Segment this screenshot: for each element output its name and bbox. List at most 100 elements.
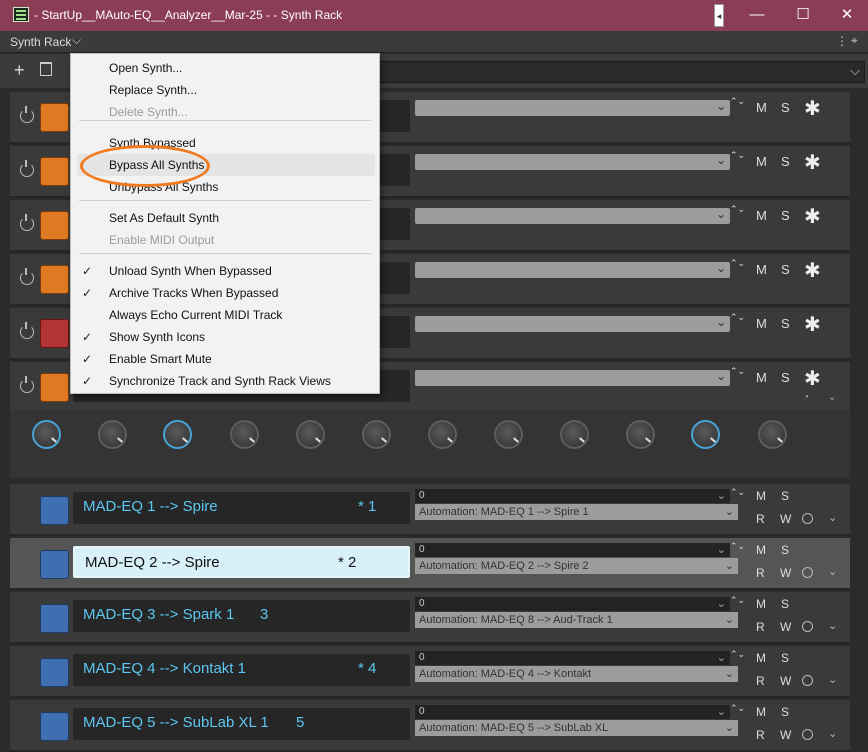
view-label[interactable]: Synth Rack [10, 35, 71, 49]
spinner-icon[interactable]: ⌃⌄ [730, 97, 745, 106]
track-name-field[interactable]: MAD-EQ 1 --> Spire * 1 [73, 492, 410, 524]
clock-icon[interactable] [802, 675, 813, 686]
knob[interactable] [163, 420, 192, 449]
spinner-icon[interactable]: ⌃⌄ [730, 596, 745, 605]
track-row[interactable]: MAD-EQ 2 --> Spire * 2 0 ⌄ Automation: MA… [10, 538, 850, 590]
mute-button[interactable]: M [756, 705, 766, 719]
track-name-field[interactable]: MAD-EQ 5 --> SubLab XL 1 5 [73, 708, 410, 740]
power-icon[interactable] [20, 106, 34, 123]
solo-button[interactable]: S [781, 154, 790, 169]
track-value-field[interactable]: 0 ⌄ [415, 705, 730, 719]
synth-output-select[interactable]: ⌄ [415, 261, 730, 278]
track-row[interactable]: MAD-EQ 1 --> Spire * 1 0 ⌄ Automation: MA… [10, 484, 850, 536]
menu-item[interactable]: Synth Bypassed [71, 132, 379, 154]
asterisk-icon[interactable]: ✱ [804, 96, 821, 121]
synth-icon[interactable] [40, 373, 69, 402]
view-menu-chevron-icon[interactable]: ⌵ [72, 33, 81, 48]
menu-item[interactable]: Enable MIDI Output [71, 229, 379, 251]
spinner-icon[interactable]: ⌃⌄ [730, 151, 745, 160]
mute-button[interactable]: M [756, 262, 767, 277]
clock-icon[interactable] [802, 729, 813, 740]
asterisk-icon[interactable]: ✱ [804, 366, 821, 391]
mute-button[interactable]: M [756, 651, 766, 665]
knob[interactable] [98, 420, 127, 449]
mute-button[interactable]: M [756, 597, 766, 611]
knob[interactable] [626, 420, 655, 449]
read-automation-button[interactable]: R [756, 674, 765, 688]
track-row[interactable]: MAD-EQ 5 --> SubLab XL 1 5 0 ⌄ Automation… [10, 700, 850, 752]
write-automation-button[interactable]: W [780, 566, 791, 580]
knob[interactable] [494, 420, 523, 449]
asterisk-icon[interactable]: ✱ [804, 312, 821, 337]
asterisk-icon[interactable]: ✱ [804, 150, 821, 175]
menu-item[interactable]: Always Echo Current MIDI Track [71, 304, 379, 326]
track-value-field[interactable]: 0 ⌄ [415, 543, 730, 557]
synth-output-select[interactable]: ⌄ [415, 99, 730, 116]
menu-item[interactable]: ✓ Enable Smart Mute [71, 348, 379, 370]
track-value-field[interactable]: 0 ⌄ [415, 597, 730, 611]
track-icon[interactable] [40, 604, 69, 633]
scrollbar[interactable] [851, 92, 868, 740]
knob[interactable] [758, 420, 787, 449]
synth-icon[interactable] [40, 157, 69, 186]
asterisk-icon[interactable]: ✱ [804, 258, 821, 283]
knob[interactable] [362, 420, 391, 449]
knob[interactable] [230, 420, 259, 449]
spinner-icon[interactable]: ⌃⌄ [730, 704, 745, 713]
solo-button[interactable]: S [781, 651, 789, 665]
menu-item[interactable]: Unbypass All Synths [71, 176, 379, 198]
spinner-icon[interactable]: ⌃⌄ [730, 313, 745, 322]
solo-button[interactable]: S [781, 262, 790, 277]
spinner-icon[interactable]: ⌃⌄ [730, 488, 745, 497]
automation-select[interactable]: Automation: MAD-EQ 4 --> Kontakt ⌄ [415, 666, 738, 682]
snap-tab-icon[interactable]: ◂ [714, 4, 724, 27]
automation-select[interactable]: Automation: MAD-EQ 1 --> Spire 1 ⌄ [415, 504, 738, 520]
preset-combo[interactable]: ⌵ [378, 61, 865, 83]
synth-icon[interactable] [40, 211, 69, 240]
expand-chevron-icon[interactable]: ⌄ [828, 392, 836, 403]
maximize-button[interactable]: ☐ [780, 0, 826, 31]
minimize-button[interactable]: — [734, 0, 780, 31]
mute-button[interactable]: M [756, 154, 767, 169]
mute-button[interactable]: M [756, 316, 767, 331]
solo-button[interactable]: S [781, 100, 790, 115]
power-icon[interactable] [20, 268, 34, 285]
write-automation-button[interactable]: W [780, 674, 791, 688]
clock-icon[interactable]: ◔ [803, 392, 809, 403]
read-automation-button[interactable]: R [756, 620, 765, 634]
power-icon[interactable] [20, 160, 34, 177]
asterisk-icon[interactable]: ✱ [804, 204, 821, 229]
mute-button[interactable]: M [756, 100, 767, 115]
clock-icon[interactable] [802, 621, 813, 632]
pin-icon[interactable]: ⌖ [851, 33, 858, 48]
menu-item[interactable]: ✓ Unload Synth When Bypassed [71, 260, 379, 282]
synth-icon[interactable] [40, 265, 69, 294]
power-icon[interactable] [20, 214, 34, 231]
solo-button[interactable]: S [781, 208, 790, 223]
menu-item[interactable]: ✓ Show Synth Icons [71, 326, 379, 348]
more-options-icon[interactable]: ⋮ [836, 34, 848, 48]
synth-output-select[interactable]: ⌄ [415, 369, 730, 386]
synth-icon[interactable] [40, 103, 69, 132]
mute-button[interactable]: M [756, 489, 766, 503]
synth-output-select[interactable]: ⌄ [415, 315, 730, 332]
spinner-icon[interactable]: ⌃⌄ [730, 650, 745, 659]
expand-chevron-icon[interactable]: ⌄ [828, 565, 837, 578]
mute-button[interactable]: M [756, 208, 767, 223]
automation-select[interactable]: Automation: MAD-EQ 5 --> SubLab XL ⌄ [415, 720, 738, 736]
track-value-field[interactable]: 0 ⌄ [415, 651, 730, 665]
expand-chevron-icon[interactable]: ⌄ [828, 673, 837, 686]
solo-button[interactable]: S [781, 370, 790, 385]
track-icon[interactable] [40, 550, 69, 579]
solo-button[interactable]: S [781, 597, 789, 611]
automation-select[interactable]: Automation: MAD-EQ 2 --> Spire 2 ⌄ [415, 558, 738, 574]
track-value-field[interactable]: 0 ⌄ [415, 489, 730, 503]
clock-icon[interactable] [802, 567, 813, 578]
menu-item[interactable]: ✓ Synchronize Track and Synth Rack Views [71, 370, 379, 392]
mute-button[interactable]: M [756, 543, 766, 557]
close-button[interactable]: ✕ [824, 0, 868, 31]
expand-chevron-icon[interactable]: ⌄ [828, 727, 837, 740]
solo-button[interactable]: S [781, 705, 789, 719]
synth-output-select[interactable]: ⌄ [415, 207, 730, 224]
expand-chevron-icon[interactable]: ⌄ [828, 619, 837, 632]
